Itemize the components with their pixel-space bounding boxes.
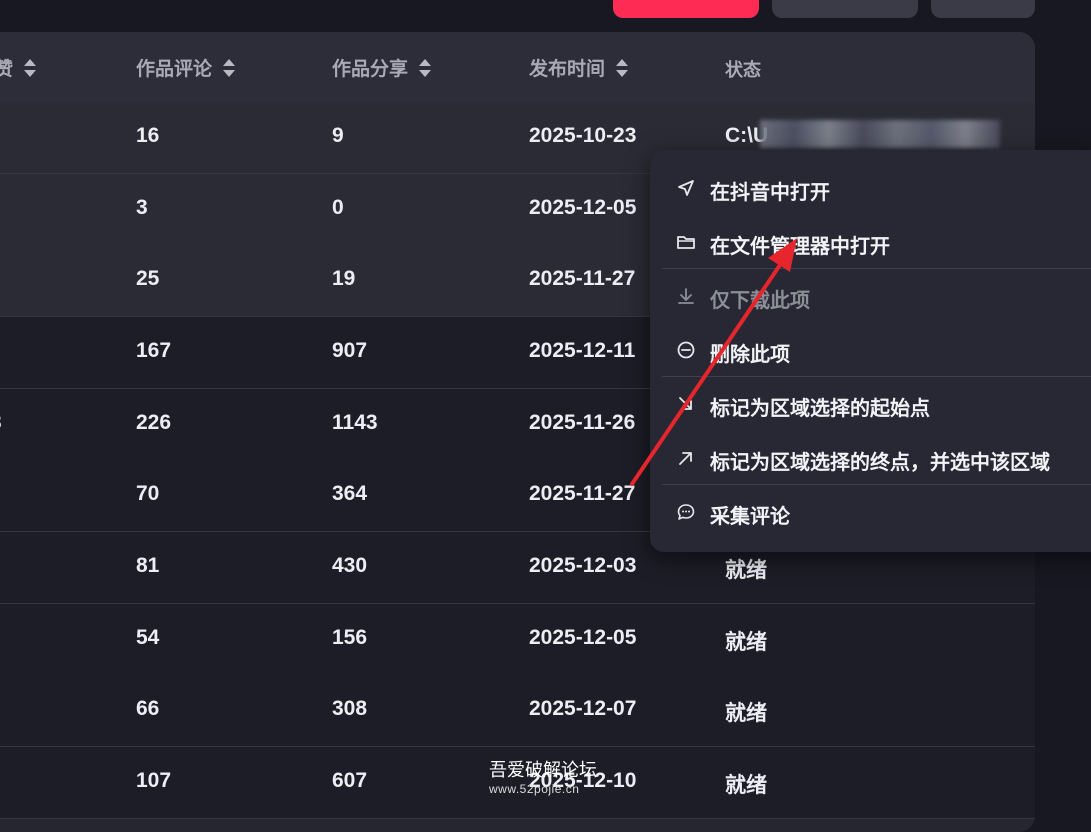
cell-shares: 1143 bbox=[332, 411, 378, 434]
sort-icon[interactable] bbox=[418, 58, 432, 78]
tertiary-action-button[interactable] bbox=[931, 0, 1035, 18]
menu-separator bbox=[662, 268, 1091, 269]
download-icon bbox=[678, 288, 694, 304]
menu-item-open-in-file-manager[interactable]: 在文件管理器中打开 bbox=[650, 218, 1091, 268]
menu-separator bbox=[662, 484, 1091, 485]
cell-date: 2025-12-05 bbox=[529, 626, 637, 649]
menu-item-label: 仅下载此项 bbox=[710, 290, 810, 312]
menu-separator bbox=[662, 376, 1091, 377]
send-icon bbox=[678, 180, 694, 196]
menu-item-label: 采集评论 bbox=[710, 506, 790, 528]
context-menu: 在抖音中打开 在文件管理器中打开 仅下载此项 删除此项 标记为区域选择的起始点 … bbox=[650, 150, 1091, 552]
cell-comments: 3 bbox=[136, 196, 148, 219]
cell-date: 2025-12-11 bbox=[529, 339, 636, 362]
folder-icon bbox=[677, 236, 695, 249]
cell-comments: 70 bbox=[136, 482, 160, 505]
blurred-file-path bbox=[760, 120, 1000, 148]
menu-item-open-in-douyin[interactable]: 在抖音中打开 bbox=[650, 164, 1091, 214]
cell-comments: 54 bbox=[136, 626, 160, 649]
cell-shares: 9 bbox=[332, 124, 344, 147]
cell-date: 2025-11-26 bbox=[529, 411, 636, 434]
arrow-down-right-icon bbox=[679, 397, 692, 410]
cell-shares: 156 bbox=[332, 626, 368, 649]
comment-icon bbox=[677, 504, 695, 520]
cell-date: 2025-12-05 bbox=[529, 196, 637, 219]
menu-item-label: 在抖音中打开 bbox=[710, 182, 830, 204]
cell-comments: 167 bbox=[136, 339, 172, 362]
cell-shares: 430 bbox=[332, 554, 368, 577]
menu-item-collect-comments[interactable]: 采集评论 bbox=[650, 488, 1091, 538]
cell-comments: 81 bbox=[136, 554, 160, 577]
menu-item-label: 删除此项 bbox=[710, 344, 790, 366]
menu-item-mark-range-start[interactable]: 标记为区域选择的起始点 bbox=[650, 380, 1091, 430]
cell-date: 2025-12-03 bbox=[529, 554, 637, 577]
menu-item-mark-range-end[interactable]: 标记为区域选择的终点，并选中该区域 bbox=[650, 434, 1091, 484]
table-header: 赞 作品评论 作品分享 发布时间 状态 bbox=[0, 32, 1035, 102]
header-shares[interactable]: 作品分享 bbox=[332, 54, 432, 81]
primary-action-button[interactable] bbox=[613, 0, 759, 18]
secondary-action-button[interactable] bbox=[772, 0, 918, 18]
header-comments[interactable]: 作品评论 bbox=[136, 54, 236, 81]
header-likes[interactable]: 赞 bbox=[0, 54, 37, 81]
watermark-title: 吾爱破解论坛 bbox=[489, 760, 597, 780]
menu-item-label: 在文件管理器中打开 bbox=[710, 236, 890, 258]
cell-shares: 907 bbox=[332, 339, 368, 362]
watermark: 吾爱破解论坛 www.52pojie.cn bbox=[489, 756, 597, 796]
cell-shares: 364 bbox=[332, 482, 368, 505]
cell-date: 2025-12-07 bbox=[529, 697, 637, 720]
cell-status: 就绪 bbox=[725, 774, 767, 797]
menu-item-label: 标记为区域选择的起始点 bbox=[710, 398, 930, 420]
menu-item-label: 标记为区域选择的终点，并选中该区域 bbox=[710, 452, 1050, 474]
cell-date: 2025-11-27 bbox=[529, 267, 636, 290]
cell-comments: 66 bbox=[136, 697, 160, 720]
header-publish-time[interactable]: 发布时间 bbox=[529, 54, 629, 81]
cell-status: 就绪 bbox=[725, 559, 767, 582]
cell-date: 2025-11-27 bbox=[529, 482, 636, 505]
sort-icon[interactable] bbox=[23, 58, 37, 78]
table-row[interactable]: 66 308 2025-12-07 就绪 bbox=[0, 675, 1035, 747]
cell-shares: 0 bbox=[332, 196, 344, 219]
cell-comments: 226 bbox=[136, 411, 172, 434]
cell-status: 就绪 bbox=[725, 631, 767, 654]
cell-shares: 308 bbox=[332, 697, 368, 720]
table-row[interactable]: 54 156 2025-12-05 就绪 bbox=[0, 604, 1035, 676]
header-status: 状态 bbox=[725, 60, 761, 80]
cell-status: 就绪 bbox=[725, 702, 767, 725]
arrow-up-right-icon bbox=[679, 452, 692, 465]
cell-shares: 607 bbox=[332, 769, 368, 792]
cell-shares: 19 bbox=[332, 267, 356, 290]
cell-comments: 25 bbox=[136, 267, 160, 290]
menu-item-delete[interactable]: 删除此项 bbox=[650, 326, 1091, 376]
sort-icon[interactable] bbox=[615, 58, 629, 78]
watermark-url: www.52pojie.cn bbox=[489, 782, 580, 796]
minus-circle-icon bbox=[677, 341, 695, 359]
cell-date: 2025-10-23 bbox=[529, 124, 637, 147]
cell-likes: 3 bbox=[0, 411, 2, 435]
sort-icon[interactable] bbox=[222, 58, 236, 78]
menu-item-download-only[interactable]: 仅下载此项 bbox=[650, 272, 1091, 322]
cell-comments: 107 bbox=[136, 769, 172, 792]
cell-comments: 16 bbox=[136, 124, 160, 147]
